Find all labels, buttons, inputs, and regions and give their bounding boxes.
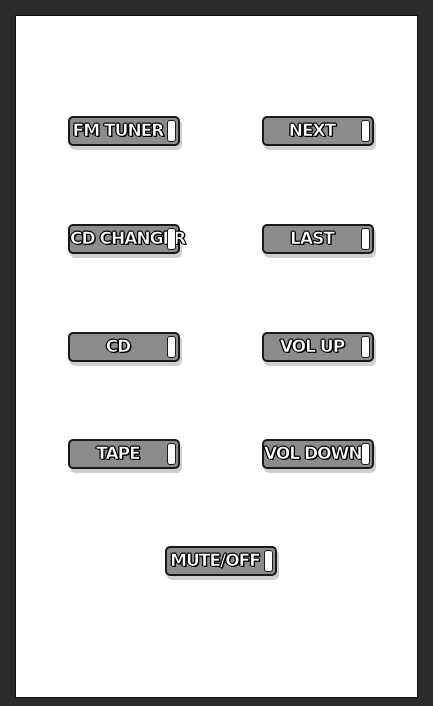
fm-tuner-label: FM TUNER (72, 121, 164, 142)
next-label: NEXT (288, 121, 336, 142)
button-grip (361, 443, 370, 465)
button-grip (361, 228, 370, 250)
vol-up-label: VOL UP (279, 337, 346, 358)
vol-up-button[interactable]: VOL UP (262, 332, 374, 362)
tape-label: TAPE (96, 444, 141, 465)
cd-label: CD (105, 337, 131, 358)
mute-off-button[interactable]: MUTE/OFF (165, 546, 277, 576)
fm-tuner-button[interactable]: FM TUNER (68, 116, 180, 146)
button-grip (167, 336, 176, 358)
vol-down-label: VOL DOWN (264, 444, 363, 465)
tape-button[interactable]: TAPE (68, 439, 180, 469)
vol-down-button[interactable]: VOL DOWN (262, 439, 374, 469)
last-button[interactable]: LAST (262, 224, 374, 254)
next-button[interactable]: NEXT (262, 116, 374, 146)
button-grip (264, 550, 273, 572)
button-grip (167, 228, 176, 250)
cd-button[interactable]: CD (68, 332, 180, 362)
last-label: LAST (290, 229, 335, 250)
cd-changer-button[interactable]: CD CHANGER (68, 224, 187, 254)
button-grip (361, 336, 370, 358)
mute-off-label: MUTE/OFF (170, 551, 261, 572)
button-grip (167, 120, 176, 142)
cd-changer-label: CD CHANGER (70, 229, 187, 250)
button-grip (167, 443, 176, 465)
button-grip (361, 120, 370, 142)
